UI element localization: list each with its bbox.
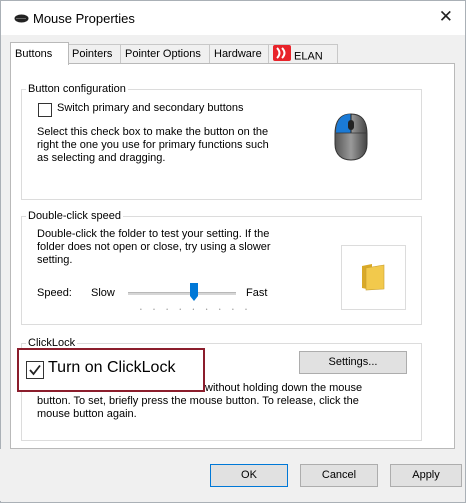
tab-pointer-options[interactable]: Pointer Options bbox=[120, 44, 214, 64]
clicklock-description-line1: without holding down the mouse bbox=[205, 382, 363, 394]
switch-buttons-label[interactable]: Switch primary and secondary buttons bbox=[57, 102, 243, 114]
tab-buttons[interactable]: Buttons bbox=[10, 42, 69, 65]
group-legend: Button configuration bbox=[28, 83, 126, 95]
mouse-icon bbox=[14, 14, 29, 26]
description-line: as selecting and dragging. bbox=[37, 152, 166, 164]
double-click-description: Double-click the folder to test your set… bbox=[37, 228, 271, 267]
clicklock-checkbox[interactable] bbox=[26, 361, 44, 379]
description-line: folder does not open or close, try using… bbox=[37, 241, 271, 253]
description-line: mouse button again. bbox=[37, 408, 137, 420]
apply-button[interactable]: Apply bbox=[390, 464, 462, 487]
tab-label: Pointer Options bbox=[125, 48, 201, 60]
tab-pointers[interactable]: Pointers bbox=[67, 44, 125, 64]
description-line: setting. bbox=[37, 254, 73, 266]
tab-label: ELAN bbox=[294, 50, 323, 63]
speed-slider-thumb[interactable] bbox=[190, 283, 198, 301]
title-bar: Mouse Properties ✕ bbox=[1, 1, 465, 35]
slider-ticks: • • • • • • • • • bbox=[140, 307, 252, 313]
clicklock-description: button. To set, briefly press the mouse … bbox=[37, 395, 359, 421]
fast-label: Fast bbox=[246, 287, 268, 299]
clicklock-highlight-box: Turn on ClickLock bbox=[17, 348, 205, 392]
clicklock-settings-button[interactable]: Settings... bbox=[299, 351, 407, 374]
description-line: right the one you use for primary functi… bbox=[37, 139, 269, 151]
cancel-button[interactable]: Cancel bbox=[300, 464, 378, 487]
clicklock-label[interactable]: Turn on ClickLock bbox=[48, 359, 175, 377]
mouse-illustration-icon bbox=[333, 112, 369, 165]
button-config-description: Select this check box to make the button… bbox=[37, 126, 269, 165]
group-legend: Double-click speed bbox=[28, 210, 121, 222]
tab-label: Buttons bbox=[15, 48, 53, 60]
speed-label: Speed: bbox=[37, 287, 72, 299]
tab-label: Hardware bbox=[214, 48, 262, 60]
window-title: Mouse Properties bbox=[33, 11, 135, 26]
switch-buttons-checkbox[interactable] bbox=[38, 103, 52, 117]
tab-elan[interactable]: ELAN bbox=[268, 44, 338, 64]
speed-slider-track[interactable] bbox=[128, 292, 236, 295]
ok-button[interactable]: OK bbox=[210, 464, 288, 487]
test-folder-area[interactable] bbox=[341, 245, 406, 310]
close-icon[interactable]: ✕ bbox=[439, 7, 453, 27]
folder-icon[interactable] bbox=[360, 262, 386, 295]
slow-label: Slow bbox=[91, 287, 115, 299]
description-line: button. To set, briefly press the mouse … bbox=[37, 395, 359, 407]
description-line: Select this check box to make the button… bbox=[37, 126, 269, 138]
description-line: Double-click the folder to test your set… bbox=[37, 228, 270, 240]
tab-hardware[interactable]: Hardware bbox=[209, 44, 274, 64]
tab-label: Pointers bbox=[72, 48, 113, 60]
